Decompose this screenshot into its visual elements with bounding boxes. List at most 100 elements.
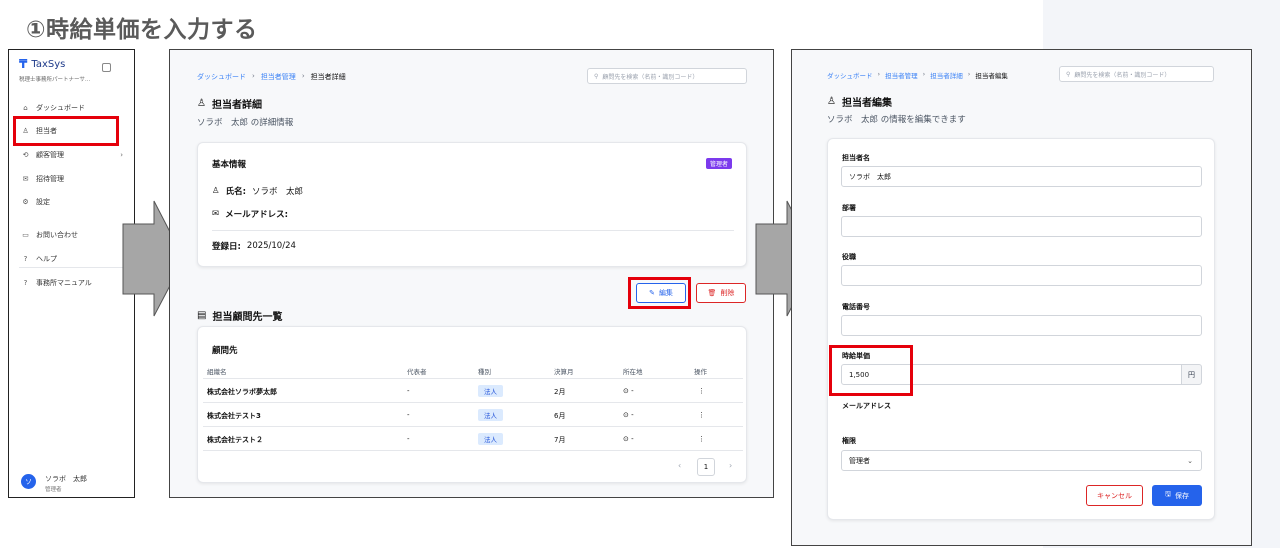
app-name: TaxSys (31, 58, 66, 70)
breadcrumb: ダッシュボード › 担当者管理 › 担当者詳細 › 担当者編集 (827, 70, 1008, 80)
clients-table-card: 顧問先 組織名 代表者 種別 決算月 所在地 操作 株式会社ソラボ夢太郎 - 法… (197, 326, 747, 483)
position-field[interactable] (841, 265, 1202, 286)
breadcrumb-dashboard[interactable]: ダッシュボード (197, 72, 246, 82)
client-search-input[interactable]: ⚲ 顧問先を検索（名前・識別コード） (1059, 66, 1214, 82)
breadcrumb-staff-management[interactable]: 担当者管理 (885, 70, 918, 80)
cell-month: 6月 (554, 412, 566, 420)
sidebar-item-label: 事務所マニュアル (36, 279, 92, 287)
staff-edit-panel: ダッシュボード › 担当者管理 › 担当者詳細 › 担当者編集 ⚲ 顧問先を検索… (791, 49, 1252, 546)
row-menu-icon[interactable]: ⋮ (698, 387, 705, 395)
admin-badge: 管理者 (706, 158, 733, 169)
row-menu-icon[interactable]: ⋮ (698, 411, 705, 419)
sidebar-item-settings[interactable]: ⚙ 設定 (17, 193, 129, 211)
trash-icon: 🗑 (707, 289, 717, 297)
clients-icon: ⟲ (22, 151, 29, 159)
cell-rep: - (407, 435, 410, 443)
type-tag: 法人 (478, 385, 503, 397)
name-value: ソラボ 太郎 (252, 187, 304, 197)
app-logo[interactable]: ₸ TaxSys (19, 57, 65, 71)
cell-rep: - (407, 411, 410, 419)
highlight-hourly-wage (829, 345, 913, 396)
delete-label: 削除 (720, 289, 735, 297)
cell-org[interactable]: 株式会社テスト3 (207, 411, 261, 421)
breadcrumb-staff-management[interactable]: 担当者管理 (261, 72, 296, 82)
cancel-button[interactable]: キャンセル (1086, 485, 1143, 506)
breadcrumb-current: 担当者編集 (975, 72, 1008, 80)
user-icon: ♙ (212, 186, 220, 196)
search-placeholder: 顧問先を検索（名前・識別コード） (1074, 71, 1171, 79)
role-select[interactable]: 管理者 ⌄ (841, 450, 1202, 471)
user-role: 管理者 (45, 487, 62, 493)
highlight-edit-button (628, 277, 691, 309)
email-label: メールアドレス (842, 402, 891, 410)
page-title-text: 担当者編集 (841, 98, 892, 109)
cell-location: ⊙ - (623, 435, 634, 443)
save-button[interactable]: 🖫 保存 (1152, 485, 1202, 506)
search-icon: ⚲ (1066, 70, 1071, 78)
highlight-staff-menu (13, 116, 119, 146)
user-name: ソラボ 太郎 (45, 475, 87, 483)
phone-label: 電話番号 (842, 303, 870, 311)
sidebar-collapse-icon[interactable] (102, 63, 111, 72)
logo-icon: ₸ (19, 57, 28, 71)
breadcrumb-staff-detail[interactable]: 担当者詳細 (930, 70, 963, 80)
delete-button[interactable]: 🗑 削除 (696, 283, 746, 303)
col-header-org: 組織名 (207, 368, 227, 376)
breadcrumb-separator: › (922, 70, 926, 78)
cell-month: 2月 (554, 388, 566, 396)
search-placeholder: 顧問先を検索（名前・識別コード） (602, 73, 699, 81)
cell-location: ⊙ - (623, 387, 634, 395)
gear-icon: ⚙ (22, 198, 29, 206)
row-divider (203, 450, 743, 451)
pager-current-page[interactable]: 1 (697, 458, 715, 476)
cell-rep: - (407, 387, 410, 395)
row-menu-icon[interactable]: ⋮ (698, 435, 705, 443)
avatar[interactable]: ソ (21, 474, 36, 489)
step-title: ①時給単価を入力する (26, 17, 258, 43)
location-pin-icon: ⊙ (623, 435, 629, 443)
name-field[interactable]: ソラボ 太郎 (841, 166, 1202, 187)
sidebar-item-invites[interactable]: ✉ 招待管理 (17, 170, 129, 188)
row-divider (203, 402, 743, 403)
col-header-rep: 代表者 (407, 368, 427, 376)
page-subtitle: ソラボ 太郎 の情報を編集できます (827, 115, 966, 125)
sidebar-item-contact[interactable]: ▭ お問い合わせ (17, 226, 129, 244)
breadcrumb-separator: › (877, 70, 881, 78)
chevron-right-icon: › (120, 151, 123, 159)
sidebar-item-clients[interactable]: ⟲ 顧客管理 › (17, 146, 129, 164)
edit-form-card: 担当者名 ソラボ 太郎 部署 役職 電話番号 時給単価 1,500 円 メールア… (827, 138, 1215, 520)
department-field[interactable] (841, 216, 1202, 237)
pager-next-icon[interactable]: › (729, 461, 732, 470)
sidebar-item-label: 顧客管理 (36, 151, 64, 159)
registered-label: 登録日: (212, 242, 241, 252)
home-icon: ⌂ (23, 104, 28, 112)
client-search-input[interactable]: ⚲ 顧問先を検索（名前・識別コード） (587, 68, 747, 84)
basic-info-title: 基本情報 (212, 160, 247, 170)
sidebar-item-manual[interactable]: ? 事務所マニュアル (17, 274, 129, 292)
page-title: ♙ 担当者詳細 (197, 96, 262, 111)
sidebar-item-dashboard[interactable]: ⌂ ダッシュボード (17, 99, 129, 117)
sidebar-item-label: 招待管理 (36, 175, 64, 183)
cell-org[interactable]: 株式会社ソラボ夢太郎 (207, 387, 277, 397)
breadcrumb-current: 担当者詳細 (310, 73, 346, 81)
cell-month: 7月 (554, 436, 566, 444)
position-label: 役職 (842, 253, 856, 261)
manual-icon: ? (23, 279, 28, 287)
breadcrumb: ダッシュボード › 担当者管理 › 担当者詳細 (197, 72, 346, 82)
cell-org[interactable]: 株式会社テスト２ (207, 435, 263, 445)
clients-section-title: ▤ 担当顧問先一覧 (197, 308, 282, 323)
col-header-month: 決算月 (554, 368, 574, 376)
registered-row: 登録日: 2025/10/24 (212, 240, 296, 252)
breadcrumb-dashboard[interactable]: ダッシュボード (827, 70, 873, 80)
phone-field[interactable] (841, 315, 1202, 336)
sidebar-item-help[interactable]: ? ヘルプ (17, 250, 129, 268)
breadcrumb-separator: › (252, 72, 255, 80)
type-tag: 法人 (478, 433, 503, 445)
col-header-type: 種別 (478, 368, 491, 376)
pager-prev-icon[interactable]: ‹ (678, 461, 681, 470)
app-subtitle: 税理士事務所パートナーサ… (19, 77, 91, 83)
sidebar-item-label: お問い合わせ (36, 231, 78, 239)
user-icon: ♙ (827, 96, 836, 107)
yen-unit: 円 (1182, 364, 1202, 385)
type-tag: 法人 (478, 409, 503, 421)
